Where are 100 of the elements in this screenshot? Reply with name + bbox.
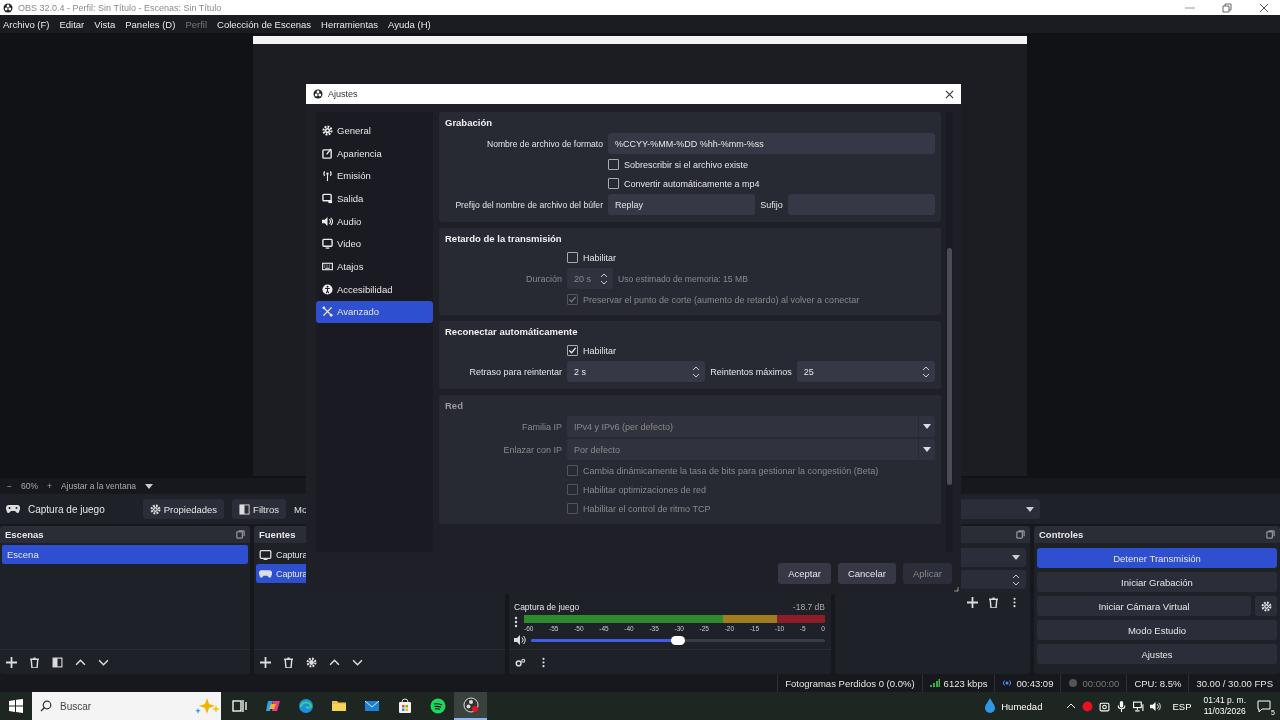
checkbox[interactable]: Habilitar — [567, 252, 616, 263]
menu-item[interactable]: Paneles (D) — [125, 18, 176, 30]
control-button[interactable]: Iniciar Cámara Virtual — [1037, 596, 1251, 616]
taskbar-app-button[interactable] — [454, 692, 487, 720]
slider-thumb[interactable] — [671, 635, 685, 645]
zoom-out-button[interactable]: − — [7, 481, 12, 491]
dialog-button[interactable]: Aceptar — [778, 562, 831, 584]
menu-item[interactable]: Vista — [94, 18, 116, 30]
palette-icon — [322, 147, 333, 159]
window-title: OBS 32.0.4 - Perfil: Sin Título - Escenas: Sin Título — [18, 2, 222, 13]
field-label: Sufijo — [760, 199, 783, 210]
colorful-ribbon-icon — [264, 698, 281, 714]
chevron-up-icon[interactable] — [1066, 701, 1077, 711]
settings-nav-item[interactable]: Apariencia — [316, 141, 433, 165]
number-field[interactable]: 25 — [796, 361, 935, 382]
search-field[interactable]: Buscar — [32, 692, 221, 720]
settings-nav-item[interactable]: Salida — [316, 187, 433, 210]
volume-slider[interactable] — [531, 638, 825, 642]
control-button[interactable]: Detener Transmisión — [1037, 548, 1277, 568]
close-icon — [1259, 2, 1269, 13]
settings-nav-item[interactable]: General — [316, 119, 433, 142]
sparkle-icon — [195, 697, 221, 715]
gear-icon[interactable] — [306, 656, 317, 668]
spinner-arrows-icon — [600, 271, 608, 286]
number-field[interactable]: 2 s — [567, 361, 706, 382]
record-time: 00:00:00 — [1082, 677, 1120, 689]
menu-item[interactable]: Editar — [59, 18, 85, 30]
control-button[interactable]: Modo Estudio — [1037, 620, 1277, 640]
speaker-icon[interactable] — [1150, 700, 1162, 712]
speaker-icon[interactable] — [514, 635, 526, 645]
trash-icon[interactable] — [988, 597, 999, 608]
text-field[interactable]: %CCYY-%MM-%DD %hh-%mm-%ss — [608, 133, 935, 154]
trash-icon[interactable] — [283, 656, 294, 668]
language-indicator[interactable]: ESP — [1172, 700, 1192, 712]
camera-icon[interactable] — [1099, 700, 1111, 712]
checkbox[interactable]: Sobrescribir si el archivo existe — [608, 159, 749, 170]
control-button[interactable]: Iniciar Grabación — [1037, 572, 1277, 592]
speaker-icon — [322, 215, 333, 227]
spinner-arrows-icon — [1012, 572, 1020, 587]
broadcast-icon — [1002, 678, 1013, 688]
microphone-icon[interactable] — [1116, 700, 1128, 712]
gear-icon — [322, 124, 333, 136]
scrollbar[interactable] — [946, 112, 953, 552]
group-title: Reconectar automáticamente — [445, 326, 579, 337]
checkbox[interactable]: Convertir automáticamente a mp4 — [608, 178, 760, 189]
clock-time: 01:41 p. m. — [1203, 695, 1246, 706]
field-label: Reintentos máximos — [710, 366, 792, 377]
gear-icon — [1260, 600, 1272, 612]
scene-item[interactable]: Escena — [2, 545, 248, 564]
close-icon[interactable] — [945, 89, 954, 99]
control-button[interactable]: Ajustes — [1037, 644, 1277, 664]
source-name: Captura de juego — [28, 503, 105, 515]
settings-nav-item[interactable]: Atajos — [316, 255, 433, 278]
zoom-in-button[interactable]: + — [47, 481, 52, 491]
settings-button[interactable] — [1255, 596, 1277, 616]
filters-button[interactable]: Filtros — [232, 499, 286, 519]
memory-estimate: Uso estimado de memoria: 15 MB — [618, 273, 748, 284]
task-view-icon — [231, 698, 248, 714]
settings-nav-item[interactable]: Avanzado — [316, 300, 433, 324]
settings-nav-item[interactable]: Video — [316, 232, 433, 256]
field-label: Duración — [524, 273, 562, 284]
clock-date: 11/03/2026 — [1203, 706, 1246, 717]
checkmark-icon — [568, 295, 577, 304]
weather-label: Humedad — [1001, 700, 1043, 712]
antenna-icon — [322, 170, 333, 182]
spinner-arrows-icon — [922, 364, 930, 379]
menu-item[interactable]: Ayuda (H) — [388, 18, 431, 30]
zoom-mode-dropdown[interactable]: Ajustar a la ventana — [60, 481, 137, 491]
record-app-icon — [462, 697, 479, 713]
add-icon[interactable] — [260, 656, 271, 668]
resize-grip-icon[interactable] — [953, 586, 959, 592]
field-label: Prefijo del nombre de archivo del búfer — [454, 199, 603, 210]
filter-icon[interactable] — [52, 656, 63, 668]
scrollbar-thumb[interactable] — [947, 248, 952, 485]
gears-icon[interactable] — [515, 656, 526, 668]
add-icon[interactable] — [967, 597, 978, 608]
undock-icon — [1266, 530, 1275, 539]
dialog-title: Ajustes — [328, 89, 358, 99]
message-icon — [1257, 699, 1271, 713]
record-app-icon[interactable] — [1082, 700, 1094, 712]
dialog-button[interactable]: Cancelar — [837, 562, 896, 584]
text-field[interactable]: Replay — [608, 194, 756, 215]
settings-nav-item[interactable]: Accesibilidad — [316, 277, 433, 301]
record-dot-icon — [1068, 678, 1079, 688]
menu-item[interactable]: Colección de Escenas — [217, 18, 312, 30]
add-icon[interactable] — [6, 656, 17, 668]
water-drop-icon — [984, 698, 997, 714]
up-icon[interactable] — [75, 656, 86, 668]
checkbox[interactable]: Habilitar — [567, 345, 616, 356]
settings-nav-item[interactable]: Audio — [316, 209, 433, 233]
shopping-bag-icon — [396, 698, 413, 714]
settings-nav-item[interactable]: Emisión — [316, 164, 433, 188]
properties-button[interactable]: Propiedades — [142, 499, 225, 519]
menu-item[interactable]: Archivo (F) — [3, 18, 50, 30]
more-options-icon[interactable] — [514, 616, 518, 628]
menu-item[interactable]: Herramientas — [321, 18, 379, 30]
trash-icon[interactable] — [29, 656, 40, 668]
field-label: Familia IP — [521, 421, 562, 432]
network-icon[interactable] — [1133, 700, 1145, 712]
up-icon[interactable] — [329, 656, 340, 668]
